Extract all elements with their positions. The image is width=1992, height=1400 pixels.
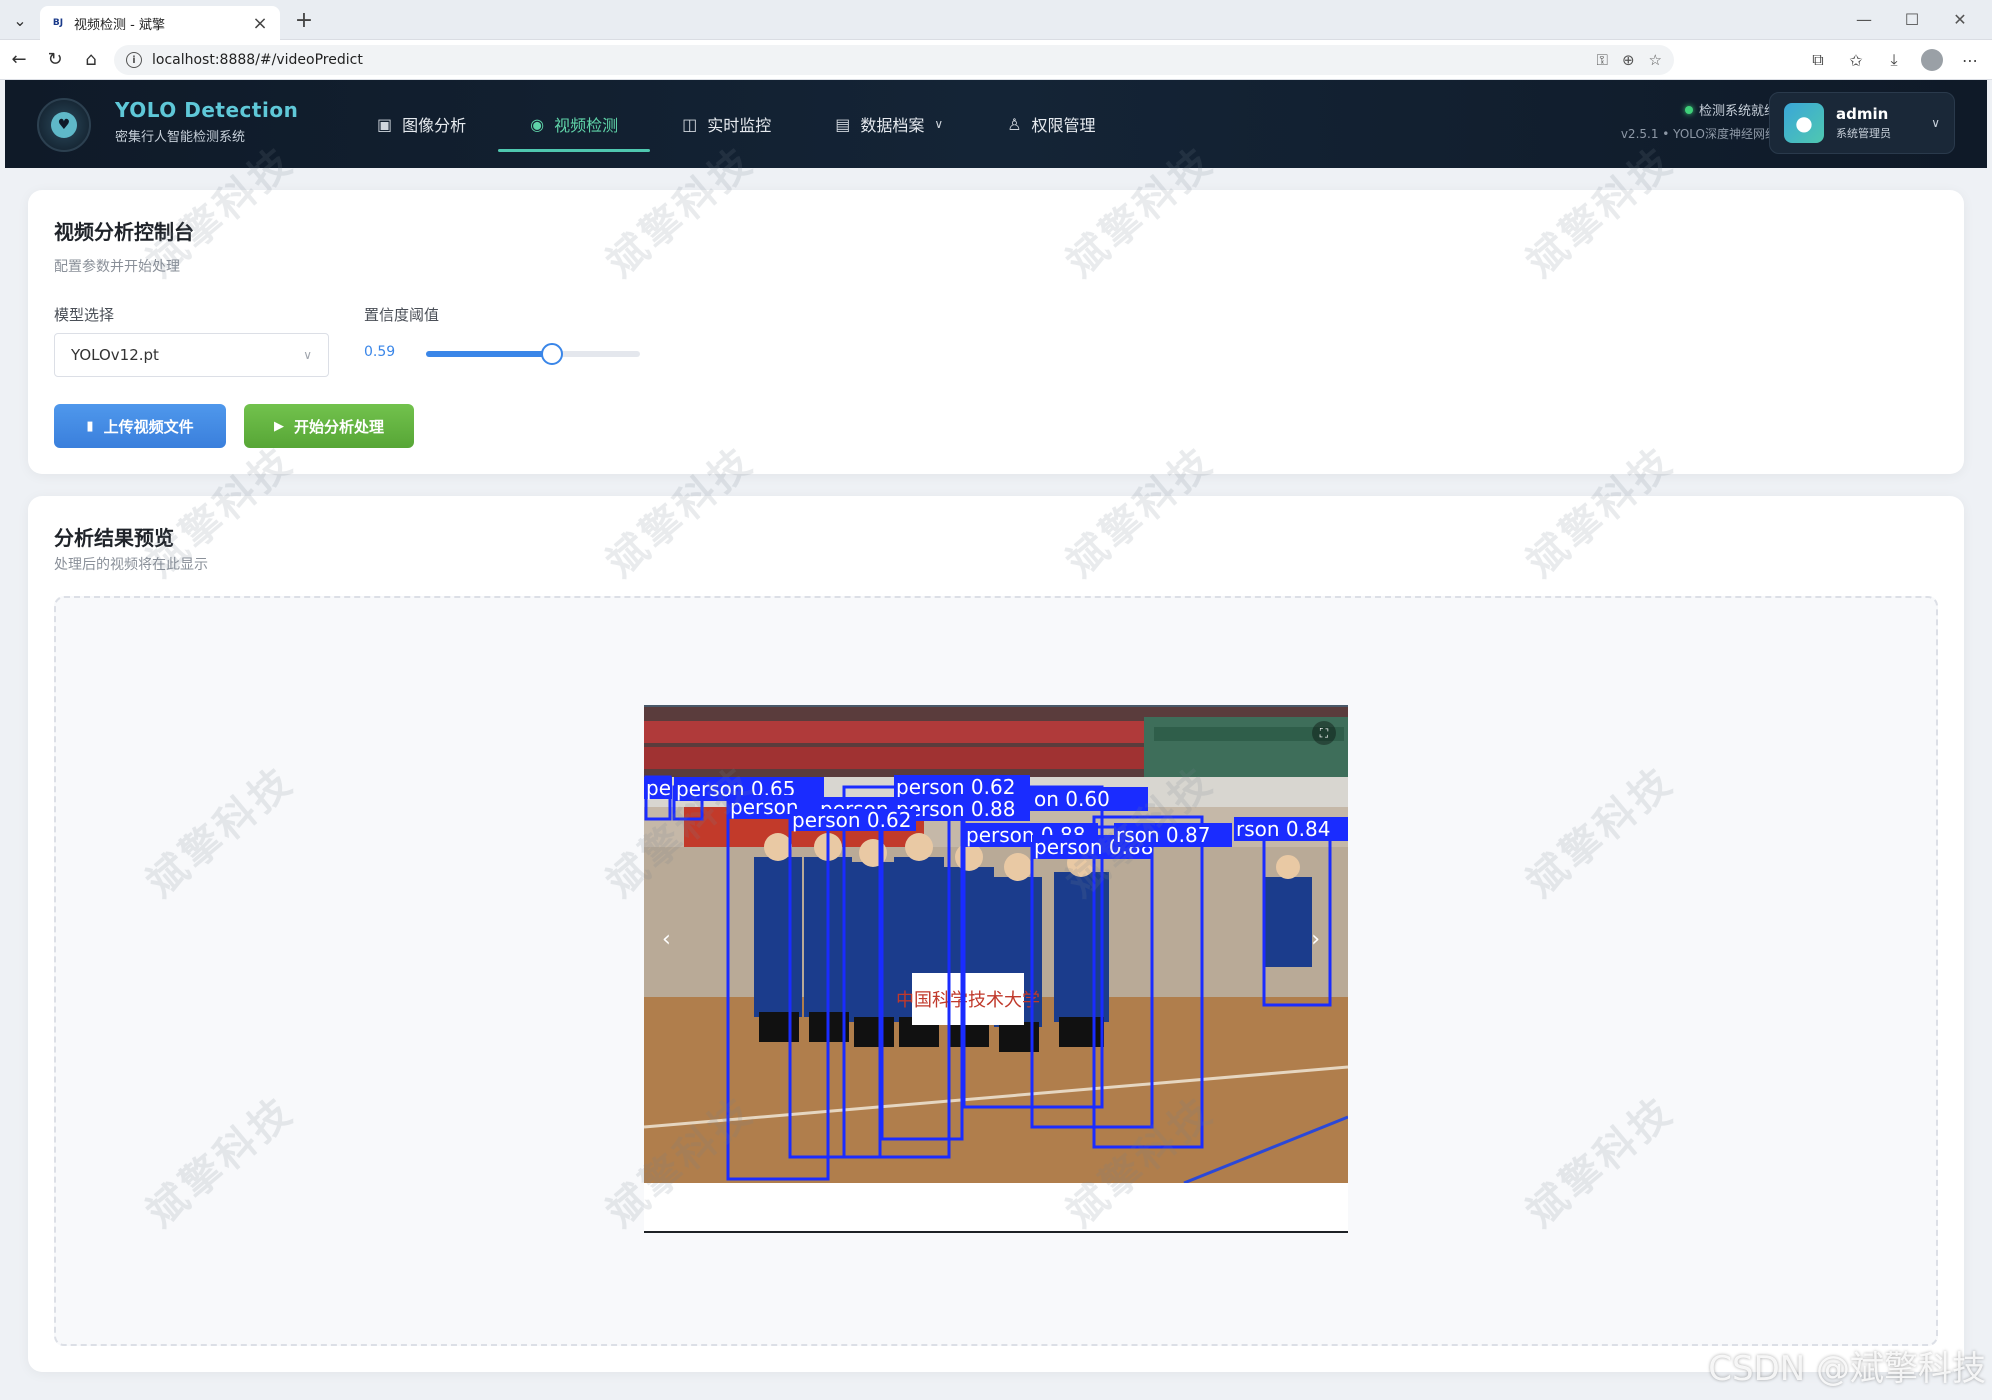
control-panel-card: 视频分析控制台 配置参数并开始处理 模型选择 YOLOv12.pt ∨ 置信度阈…	[28, 190, 1964, 474]
model-select-value: YOLOv12.pt	[71, 346, 159, 364]
document-icon: ▤	[835, 114, 851, 134]
more-menu-icon[interactable]: ⋯	[1956, 45, 1984, 75]
status-text: 检测系统就绪	[1698, 104, 1777, 119]
detection-label: rson 0.87	[1116, 823, 1210, 847]
detection-label: person 0.62	[792, 808, 911, 832]
confidence-value: 0.59	[364, 344, 396, 360]
banner: 中国科学技术大学	[896, 973, 1040, 1025]
chevron-down-icon: ∨	[303, 348, 312, 362]
brand-subtitle: 密集行人智能检测系统	[115, 130, 246, 145]
preview-subtitle: 处理后的视频将在此显示	[54, 557, 208, 573]
csdn-watermark: CSDN @斌擎科技	[1708, 1349, 1986, 1389]
system-status: 检测系统就绪 v2.5.1 • YOLO深度神经网络	[1621, 100, 1777, 142]
nav-video-detection[interactable]: ◉ 视频检测	[498, 80, 651, 168]
detection-label: pe	[646, 776, 671, 800]
download-icon[interactable]: ⤓	[1880, 45, 1908, 75]
video-player[interactable]: 中国科学技术大学 pe person 0.65 person person 0.…	[644, 705, 1348, 1233]
play-circle-icon: ◉	[530, 114, 545, 134]
detection-label: rson 0.84	[1236, 817, 1330, 841]
confidence-slider[interactable]	[426, 343, 640, 365]
stadium-seats	[644, 717, 1348, 777]
user-role: 系统管理员	[1836, 127, 1891, 140]
tab-close-icon[interactable]: ×	[250, 13, 270, 34]
url-text[interactable]: localhost:8888/#/videoPredict	[152, 52, 1597, 68]
zoom-icon[interactable]: ⊕	[1622, 51, 1635, 69]
model-label: 模型选择	[54, 306, 115, 324]
banner-text: 中国科学技术大学	[896, 990, 1040, 1011]
play-icon: ▶	[273, 418, 284, 434]
control-panel-subtitle: 配置参数并开始处理	[54, 259, 180, 275]
nav-realtime-monitor[interactable]: ◫ 实时监控	[650, 80, 803, 168]
detection-video-frame: 中国科学技术大学 pe person 0.65 person person 0.…	[644, 707, 1348, 1183]
main-nav: ▣ 图像分析 ◉ 视频检测 ◫ 实时监控 ▤ 数据档案 ∨ ♙ 权限管理	[345, 80, 1128, 168]
browser-tabstrip: ⌄ BJ 视频检测 - 斌擎 × + — ☐ ✕	[0, 0, 1992, 40]
nav-data-archive[interactable]: ▤ 数据档案 ∨	[803, 80, 975, 168]
browser-toolbar: ← ↻ ⌂ i localhost:8888/#/videoPredict ⚿ …	[0, 40, 1992, 80]
address-bar[interactable]: i localhost:8888/#/videoPredict ⚿ ⊕ ☆	[114, 45, 1674, 75]
user-name: admin	[1836, 105, 1889, 123]
detection-label: person	[730, 795, 799, 819]
tab-favicon: BJ	[52, 18, 64, 28]
favorites-icon[interactable]: ✩	[1842, 45, 1870, 75]
star-icon[interactable]: ☆	[1649, 51, 1662, 69]
fullscreen-icon[interactable]: ⛶	[1312, 721, 1336, 745]
preview-title: 分析结果预览	[54, 526, 174, 550]
key-icon[interactable]: ⚿	[1597, 51, 1608, 69]
back-arrow-icon[interactable]: ←	[2, 45, 36, 75]
upload-video-button[interactable]: ▮ 上传视频文件	[54, 404, 226, 448]
nav-image-analysis[interactable]: ▣ 图像分析	[345, 80, 498, 168]
detection-label: on 0.60	[1034, 787, 1110, 811]
reload-icon[interactable]: ↻	[38, 45, 72, 75]
confidence-slider-fill	[426, 351, 553, 357]
minimize-icon[interactable]: —	[1842, 4, 1886, 34]
start-analysis-button[interactable]: ▶ 开始分析处理	[244, 404, 414, 448]
extensions-icon[interactable]: ⧉	[1804, 45, 1832, 75]
preview-card: 分析结果预览 处理后的视频将在此显示 中国科学技术大学 pe person 0.…	[28, 496, 1964, 1372]
chevron-down-icon: ∨	[1931, 116, 1940, 130]
user-icon: ♙	[1007, 114, 1022, 134]
app-header: ♥ YOLO Detection 密集行人智能检测系统 ▣ 图像分析 ◉ 视频检…	[5, 80, 1987, 168]
chevron-right-icon[interactable]: ›	[1311, 927, 1320, 952]
file-icon: ▮	[86, 418, 94, 434]
preview-drop-area: 中国科学技术大学 pe person 0.65 person person 0.…	[54, 596, 1938, 1346]
new-tab-plus-icon[interactable]: +	[290, 6, 318, 34]
chevron-down-icon: ∨	[934, 117, 944, 131]
home-icon[interactable]: ⌂	[74, 45, 108, 75]
camera-icon: ◫	[682, 114, 698, 134]
control-panel-title: 视频分析控制台	[54, 220, 194, 244]
window-controls: — ☐ ✕	[1842, 4, 1982, 34]
brand: YOLO Detection 密集行人智能检测系统	[115, 98, 298, 145]
profile-icon[interactable]	[1918, 45, 1946, 75]
nav-permission-management[interactable]: ♙ 权限管理	[975, 80, 1127, 168]
brand-title: YOLO Detection	[115, 98, 299, 122]
model-select[interactable]: YOLOv12.pt ∨	[54, 333, 329, 377]
tab-title: 视频检测 - 斌擎	[74, 17, 165, 33]
detection-label: person 0.62	[896, 775, 1015, 799]
confidence-slider-thumb[interactable]	[541, 343, 564, 365]
browser-tab[interactable]: BJ 视频检测 - 斌擎 ×	[40, 6, 280, 40]
status-dot-icon	[1684, 105, 1693, 114]
chevron-left-icon[interactable]: ‹	[662, 927, 671, 952]
user-menu[interactable]: ● admin 系统管理员 ∨	[1769, 92, 1955, 154]
maximize-icon[interactable]: ☐	[1890, 4, 1934, 34]
avatar-icon: ●	[1784, 103, 1824, 143]
heart-logo-icon: ♥	[51, 112, 77, 138]
tab-search-chevron-icon[interactable]: ⌄	[6, 8, 34, 32]
site-info-icon[interactable]: i	[126, 52, 142, 68]
logo: ♥	[37, 98, 91, 152]
confidence-label: 置信度阈值	[364, 306, 440, 324]
version-text: v2.5.1 • YOLO深度神经网络	[1620, 127, 1777, 141]
close-window-icon[interactable]: ✕	[1938, 4, 1982, 34]
image-icon: ▣	[377, 114, 393, 134]
